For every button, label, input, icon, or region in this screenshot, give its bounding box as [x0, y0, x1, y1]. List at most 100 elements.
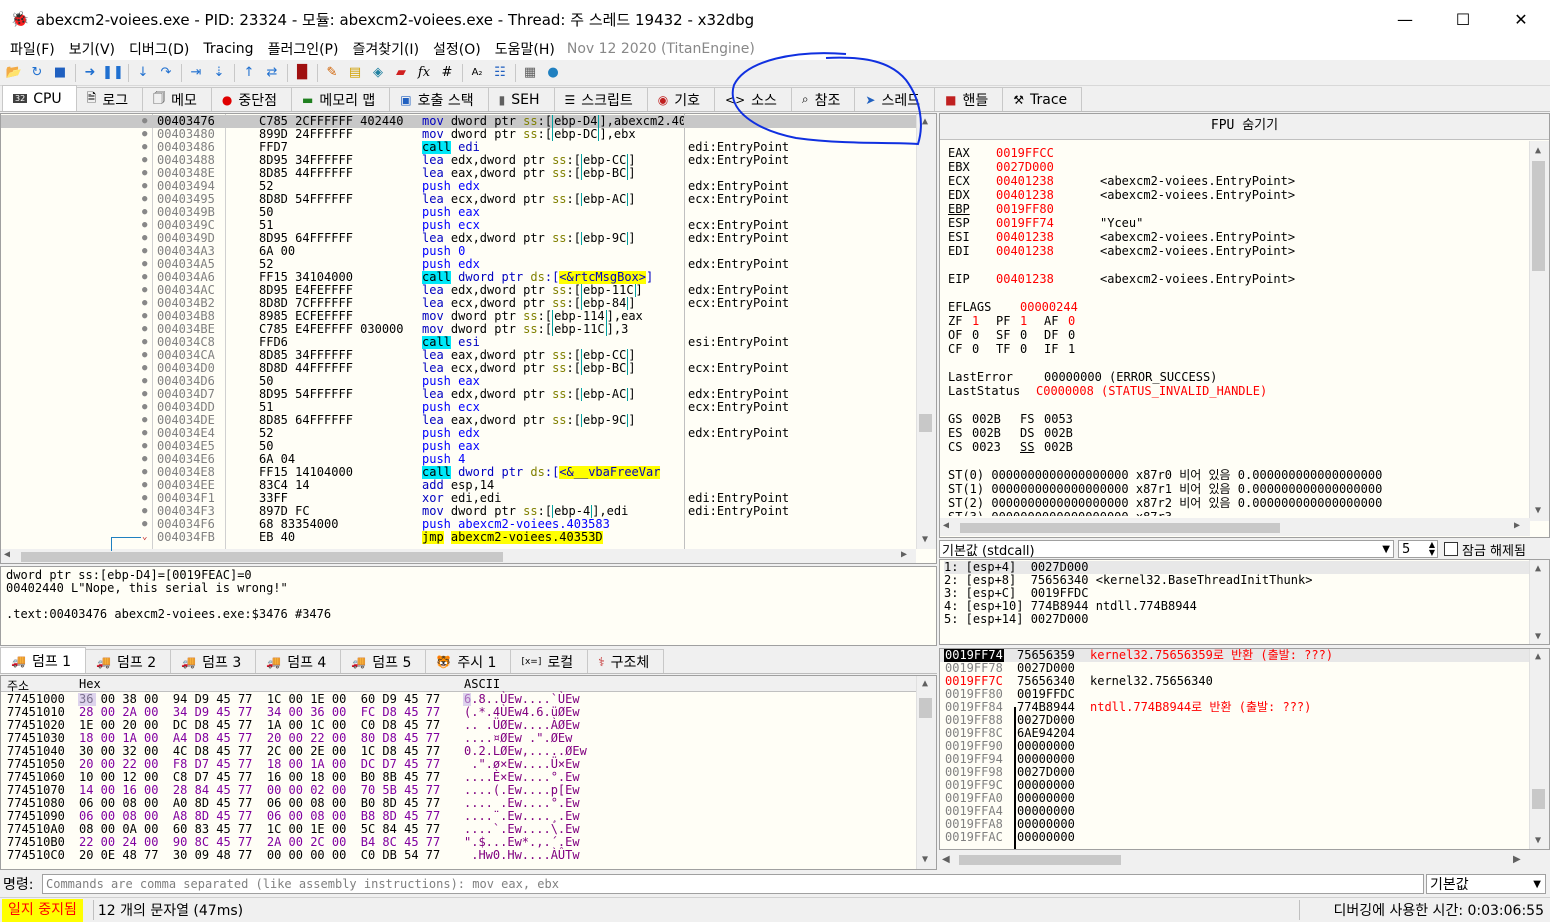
disasm-row[interactable]: ● 004034EE 83C4 14 add esp,14	[1, 479, 916, 492]
breakpoint-gutter-icon[interactable]: ●	[142, 232, 150, 245]
tab-threads[interactable]: ➤ 스레드	[854, 87, 936, 111]
flags-row[interactable]: ZF 1 PF 1 AF 0	[948, 314, 1092, 328]
labels-icon[interactable]: ◈	[367, 63, 389, 83]
bookmarks-icon[interactable]: ▰	[390, 63, 412, 83]
tab-references[interactable]: ⌕ 참조	[790, 87, 856, 111]
disasm-row[interactable]: ● 004034AC 8D95 E4FEFFFF lea edx,dword ptr …	[1, 284, 916, 297]
breakpoint-gutter-icon[interactable]: ●	[142, 427, 150, 440]
disasm-row[interactable]: ● 004034A3 6A 00 push 0	[1, 245, 916, 258]
disasm-row[interactable]: ● 004034D7 8D95 54FFFFFF lea edx,dword ptr …	[1, 388, 916, 401]
globe-icon[interactable]: ●	[542, 63, 564, 83]
font-icon[interactable]: A₂	[466, 63, 488, 83]
breakpoint-gutter-icon[interactable]: ●	[142, 466, 150, 479]
breakpoint-gutter-icon[interactable]: ●	[142, 167, 150, 180]
disasm-row[interactable]: ● 004034B8 8985 ECFEFFFF mov dword ptr ss:[…	[1, 310, 916, 323]
trace-over-icon[interactable]: ⇣	[208, 63, 230, 83]
register-row[interactable]: EAX 0019FFCC	[948, 146, 1100, 160]
disasm-row[interactable]: ● 004034D0 8D8D 44FFFFFF lea ecx,dword ptr …	[1, 362, 916, 375]
close-button[interactable]: ✕	[1492, 0, 1550, 38]
register-row[interactable]: EBX 0027D000	[948, 160, 1100, 174]
tab-handles[interactable]: ■ 핸들	[934, 87, 1004, 111]
disasm-row[interactable]: ● 00403488 8D95 34FFFFFF lea edx,dword ptr …	[1, 154, 916, 167]
registers-view[interactable]: FPU 숨기기 EAX 0019FFCC EBX 0027D000 ECX 0040123…	[939, 113, 1550, 538]
breakpoint-gutter-icon[interactable]: ●	[142, 505, 150, 518]
breakpoint-gutter-icon[interactable]: ●	[142, 154, 150, 167]
breakpoint-gutter-icon[interactable]: ●	[142, 453, 150, 466]
segments-row[interactable]: CS 0023 SS 002B	[948, 440, 1092, 454]
tab-breakpoints[interactable]: ● 중단점	[210, 87, 292, 111]
disasm-row[interactable]: ● 00403486 FFD7 call edi edi:EntryPoint	[1, 141, 916, 154]
disasm-row[interactable]: ● 0040349B 50 push eax	[1, 206, 916, 219]
disasm-row[interactable]: ● 00403494 52 push edx edx:EntryPoint	[1, 180, 916, 193]
register-row[interactable]: ESI 00401238 <abexcm2-voiees.EntryPoint>	[948, 230, 1295, 244]
disasm-hscroll[interactable]: ◀ ▶	[1, 549, 916, 563]
functions-icon[interactable]: fx	[413, 63, 435, 83]
tab-dump-5[interactable]: 🚚 덤프 5	[340, 649, 427, 673]
flags-row[interactable]: CF 0 TF 0 IF 1	[948, 342, 1092, 356]
tab-seh[interactable]: ▮ SEH	[487, 87, 555, 111]
regs-hscroll[interactable]: ◀ ▶	[940, 518, 1530, 536]
run-to-user-code-icon[interactable]: ⇄	[261, 63, 283, 83]
step-over-icon[interactable]: ↷	[155, 63, 177, 83]
breakpoint-gutter-icon[interactable]: ●	[142, 141, 150, 154]
disasm-row[interactable]: ● 004034F3 897D FC mov dword ptr ss:[ebp-4]…	[1, 505, 916, 518]
arguments-view[interactable]: 1: [esp+4] 0027D000 2: [esp+8] 75656340 …	[939, 559, 1550, 645]
fpu-row-partial[interactable]: ST(3) 0000000000000000000 x87r3	[948, 510, 1172, 516]
breakpoint-gutter-icon[interactable]: ●	[142, 206, 150, 219]
breakpoint-gutter-icon[interactable]: ●	[142, 297, 150, 310]
tab-watch-1[interactable]: 🐯 주시 1	[425, 649, 512, 673]
dump-vscroll[interactable]: ▲ ▼	[916, 676, 936, 869]
menu-help[interactable]: 도움말(H)	[489, 39, 563, 59]
tab-dump-4[interactable]: 🚚 덤프 4	[255, 649, 342, 673]
tab-trace[interactable]: ⚒ Trace	[1002, 87, 1083, 111]
menu-tracing[interactable]: Tracing	[197, 41, 261, 57]
command-mode-select[interactable]: 기본값 ▼	[1426, 874, 1546, 894]
menu-plugins[interactable]: 플러그인(P)	[262, 39, 347, 59]
disasm-row[interactable]: ● 004034A5 52 push edx edx:EntryPoint	[1, 258, 916, 271]
trace-into-icon[interactable]: ⇥	[185, 63, 207, 83]
tab-cpu[interactable]: 32 CPU	[2, 85, 77, 111]
open-icon[interactable]: 📂	[3, 63, 25, 83]
disasm-row[interactable]: ● 004034E6 6A 04 push 4	[1, 453, 916, 466]
arg-row[interactable]: 5: [esp+14] 0027D000	[944, 613, 1545, 626]
lock-checkbox[interactable]	[1444, 542, 1458, 556]
stack-hscroll[interactable]: ◀ ▶	[939, 850, 1550, 870]
register-row[interactable]: EBP 0019FF80	[948, 202, 1100, 216]
menu-file[interactable]: 파일(F)	[4, 39, 63, 59]
disasm-row[interactable]: ● 004034E8 FF15 14104000 call dword ptr ds:…	[1, 466, 916, 479]
tab-log[interactable]: 🗎 로그	[75, 87, 144, 111]
breakpoint-gutter-icon[interactable]: ●	[142, 193, 150, 206]
breakpoint-gutter-icon[interactable]: ●	[142, 388, 150, 401]
disasm-row[interactable]: ● 004034F6 68 83354000 push abexcm2-voiees.…	[1, 518, 916, 531]
breakpoint-gutter-icon[interactable]: ●	[142, 219, 150, 232]
disasm-row[interactable]: ● 00403480 899D 24FFFFFF mov dword ptr ss:[…	[1, 128, 916, 141]
breakpoint-gutter-icon[interactable]: ●	[142, 284, 150, 297]
disasm-row[interactable]: ● 004034DD 51 push ecx ecx:EntryPoint	[1, 401, 916, 414]
comments-icon[interactable]: ▤	[344, 63, 366, 83]
fpu-row[interactable]: ST(0) 0000000000000000000 x87r0 비어 있음 0.…	[948, 468, 1382, 482]
dump-view[interactable]: 주소 Hex ASCII 77451000 36 00 38 00 94 D9 4…	[0, 675, 937, 870]
breakpoint-gutter-icon[interactable]: ●	[142, 479, 150, 492]
menu-debug[interactable]: 디버그(D)	[123, 39, 197, 59]
tab-dump-1[interactable]: 🚚 덤프 1	[0, 647, 87, 673]
disasm-row[interactable]: ● 004034C8 FFD6 call esi esi:EntryPoint	[1, 336, 916, 349]
breakpoint-gutter-icon[interactable]: ●	[142, 180, 150, 193]
breakpoint-gutter-icon[interactable]: ●	[142, 349, 150, 362]
breakpoint-gutter-icon[interactable]: ●	[142, 440, 150, 453]
disasm-row[interactable]: ● 00403476 C785 2CFFFFFF 402440 mov dword p…	[1, 115, 916, 128]
tab-dump-3[interactable]: 🚚 덤프 3	[170, 649, 257, 673]
menu-favourites[interactable]: 즐겨찾기(I)	[346, 39, 427, 59]
breakpoint-gutter-icon[interactable]: ●	[142, 258, 150, 271]
tab-call-stack[interactable]: ▣ 호출 스택	[389, 87, 489, 111]
menu-options[interactable]: 설정(O)	[427, 39, 489, 59]
breakpoint-gutter-icon[interactable]: ●	[142, 375, 150, 388]
restart-icon[interactable]: ↻	[26, 63, 48, 83]
calculator-icon[interactable]: ▦	[519, 63, 541, 83]
breakpoint-gutter-icon[interactable]: ●	[142, 336, 150, 349]
minimize-button[interactable]: —	[1376, 0, 1434, 38]
register-row-eip[interactable]: EIP 00401238 <abexcm2-voiees.EntryPoint>	[948, 272, 1295, 286]
breakpoint-gutter-icon[interactable]: ●	[142, 323, 150, 336]
menu-view[interactable]: 보기(V)	[63, 39, 123, 59]
args-vscroll[interactable]: ▲ ▼	[1529, 560, 1549, 644]
disasm-row[interactable]: ● 0040348E 8D85 44FFFFFF lea eax,dword ptr …	[1, 167, 916, 180]
